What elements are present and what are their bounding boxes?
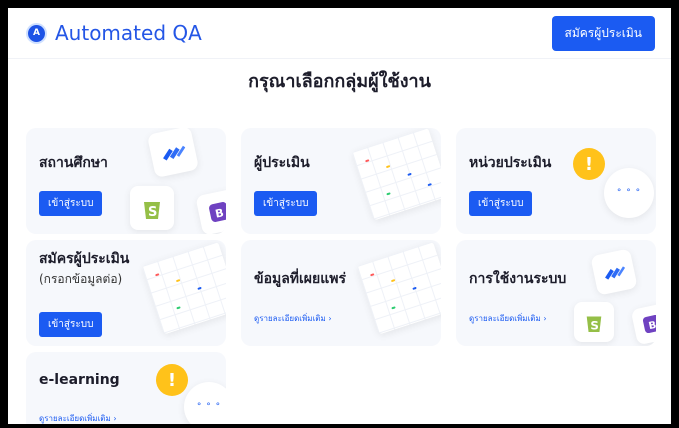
page-title: กรุณาเลือกกลุ่มผู้ใช้งาน [248,71,431,92]
app-logo-icon: A [28,24,45,42]
card-e-learning[interactable]: e-learning ดูรายละเอียดเพิ่มเติม › ! ° °… [26,352,226,424]
card-school[interactable]: สถานศึกษา เข้าสู่ระบบ S B [26,128,226,234]
card-title: สถานศึกษา [39,155,108,171]
jira-chevron-icon [590,248,638,296]
login-button[interactable]: เข้าสู่ระบบ [469,191,533,216]
login-button[interactable]: เข้าสู่ระบบ [254,191,318,216]
bootstrap-icon: B [195,188,226,234]
shopify-bag-icon: S [574,302,614,342]
login-button[interactable]: เข้าสู่ระบบ [39,312,103,337]
chat-bubble-icon: ° ° ° [184,382,226,424]
jira-chevron-icon [146,128,200,179]
card-published-info[interactable]: ข้อมูลที่เผยแพร่ ดูรายละเอียดเพิ่มเติม › [241,240,441,346]
more-details-link[interactable]: ดูรายละเอียดเพิ่มเติม › [469,312,547,325]
chat-bubble-icon: ° ° ° [604,168,654,218]
more-details-link[interactable]: ดูรายละเอียดเพิ่มเติม › [39,412,117,424]
login-button[interactable]: เข้าสู่ระบบ [39,191,103,216]
page-frame: A Automated QA สมัครผู้ประเมิน กรุณาเลือ… [8,8,674,424]
card-system-usage[interactable]: การใช้งานระบบ ดูรายละเอียดเพิ่มเติม › S … [456,240,656,346]
card-title: สมัครผู้ประเมิน [39,251,130,267]
exclamation-bubble-icon: ! [156,364,188,396]
card-subtitle: (กรอกข้อมูลต่อ) [39,272,123,286]
card-assessor[interactable]: ผู้ประเมิน เข้าสู่ระบบ [241,128,441,234]
svg-text:S: S [590,318,599,332]
exclamation-bubble-icon: ! [573,148,605,180]
shopify-bag-icon: S [130,186,174,230]
spreadsheet-illustration-icon [141,241,226,335]
more-details-link[interactable]: ดูรายละเอียดเพิ่มเติม › [254,312,332,325]
register-assessor-button[interactable]: สมัครผู้ประเมิน [551,15,655,51]
bootstrap-icon: B [630,302,656,346]
card-title: ข้อมูลที่เผยแพร่ [254,271,346,287]
top-header: A Automated QA สมัครผู้ประเมิน [8,8,671,59]
brand-name: Automated QA [55,21,202,45]
card-title: ผู้ประเมิน [254,155,310,171]
card-title: e-learning [39,372,120,388]
brand[interactable]: A Automated QA [28,21,202,45]
card-register-assessor[interactable]: สมัครผู้ประเมิน (กรอกข้อมูลต่อ) เข้าสู่ร… [26,240,226,346]
card-title: หน่วยประเมิน [469,155,552,171]
spreadsheet-illustration-icon [356,241,441,335]
svg-text:B: B [648,320,656,332]
card-assessment-unit[interactable]: หน่วยประเมิน เข้าสู่ระบบ ! ° ° ° [456,128,656,234]
svg-text:S: S [148,205,157,220]
spreadsheet-illustration-icon [351,128,441,221]
card-title: การใช้งานระบบ [469,271,567,287]
